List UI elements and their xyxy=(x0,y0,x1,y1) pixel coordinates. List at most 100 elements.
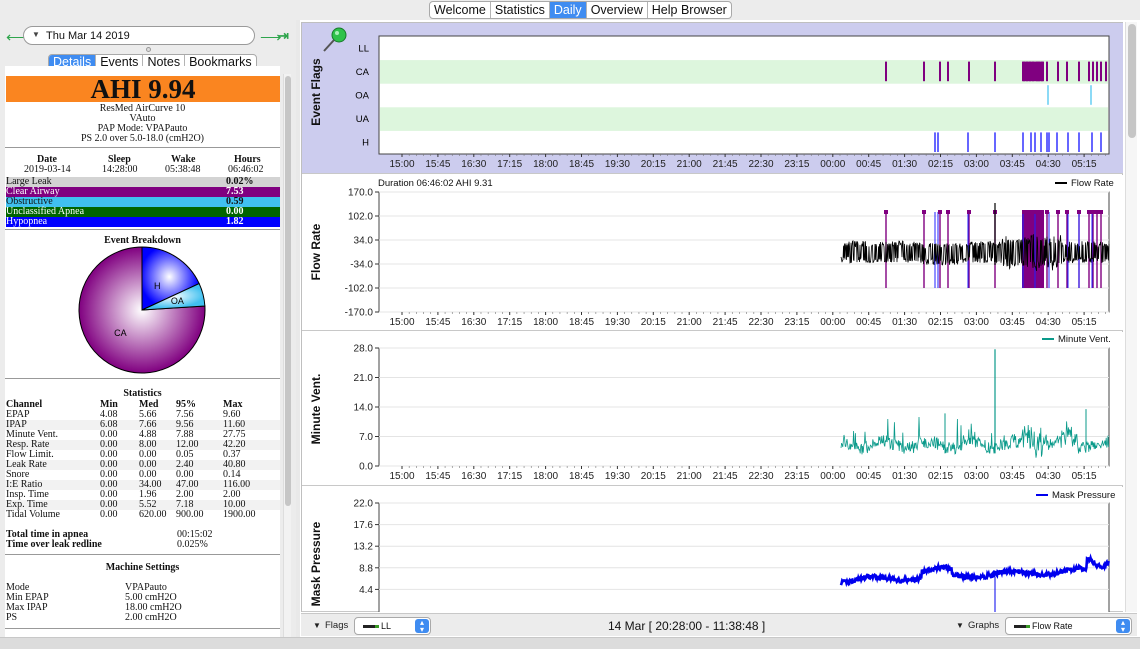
time-tick-label: 03:45 xyxy=(1000,159,1025,170)
summary-sleep: 14:28:00 xyxy=(102,164,138,175)
swatch xyxy=(1026,625,1030,628)
event-index-value: 1.82 xyxy=(226,216,244,227)
divider xyxy=(5,147,280,148)
flow-event-marker xyxy=(1056,210,1060,214)
flag-row-band xyxy=(380,60,1108,84)
flags-select-value: LL xyxy=(381,621,392,631)
time-tick-label: 00:45 xyxy=(856,159,881,170)
tab-welcome[interactable]: Welcome xyxy=(430,2,491,18)
time-tick-label: 18:45 xyxy=(569,471,594,482)
graphs-scrollbar[interactable] xyxy=(1125,22,1137,612)
chevron-down-icon[interactable]: ▼ xyxy=(32,30,40,39)
time-tick-label: 23:15 xyxy=(784,317,809,328)
tab-overview[interactable]: Overview xyxy=(587,2,648,18)
time-tick-label: 04:30 xyxy=(1036,471,1061,482)
details-scrollbar[interactable] xyxy=(283,74,291,648)
flow-event-marker xyxy=(1099,210,1103,214)
y-tick-label: 7.0 xyxy=(359,432,373,443)
chevron-down-icon[interactable]: ▼ xyxy=(313,621,321,630)
time-tick-label: 20:15 xyxy=(641,471,666,482)
time-tick-label: 00:00 xyxy=(820,159,845,170)
stats-cell: 0.00 xyxy=(100,509,118,520)
jump-to-last-icon[interactable]: ⇥ xyxy=(278,28,289,44)
flags-select[interactable]: LL ▴ ▾ xyxy=(354,617,431,635)
chevron-down-icon[interactable]: ▼ xyxy=(956,621,964,630)
flag-row-label: LL xyxy=(358,43,369,54)
time-tick-label: 15:45 xyxy=(425,159,450,170)
tab-help-browser[interactable]: Help Browser xyxy=(648,2,731,18)
stats-cell: Tidal Volume xyxy=(6,509,60,520)
flag-row-label: CA xyxy=(356,67,370,78)
flow-event-marker xyxy=(967,210,971,214)
tab-daily[interactable]: Daily xyxy=(549,2,587,18)
flow-event-marker xyxy=(1065,210,1069,214)
ca-flag-cluster xyxy=(1022,61,1044,82)
y-tick-label: 28.0 xyxy=(354,344,374,355)
chevron-updown-icon[interactable]: ▴ ▾ xyxy=(415,619,429,634)
chevron-updown-icon[interactable]: ▴ ▾ xyxy=(1116,619,1130,634)
machine-settings-title: Machine Settings xyxy=(105,562,180,573)
flow-event-marker xyxy=(1031,210,1035,214)
y-tick-label: 8.8 xyxy=(359,563,373,574)
time-tick-label: 03:00 xyxy=(964,471,989,482)
time-tick-label: 05:15 xyxy=(1072,317,1097,328)
pressure-setting: PS 2.0 over 5.0-18.0 (cmH2O) xyxy=(80,133,205,144)
flags-plot-area xyxy=(378,35,1110,155)
y-tick-label: 102.0 xyxy=(348,212,373,223)
time-tick-label: 01:30 xyxy=(892,471,917,482)
event-index-row: Hypopnea 1.82 xyxy=(6,217,280,227)
time-tick-label: 18:00 xyxy=(533,317,558,328)
time-tick-label: 04:30 xyxy=(1036,317,1061,328)
setting-ps-label: PS xyxy=(6,612,18,623)
pie-label-oa: OA xyxy=(171,296,184,306)
time-tick-label: 20:15 xyxy=(641,159,666,170)
flow-event-marker xyxy=(1087,210,1091,214)
splitter-handle[interactable] xyxy=(146,47,151,52)
scrollbar-thumb[interactable] xyxy=(1128,24,1136,138)
y-tick-label: -102.0 xyxy=(345,284,374,295)
ahi-banner: AHI 9.94 xyxy=(6,76,280,103)
time-tick-label: 18:45 xyxy=(569,317,594,328)
left-panel: ⟵ ▼ Thu Mar 14 2019 ⟶ ⇥ Details Events N… xyxy=(0,20,296,649)
flow-event-marker xyxy=(1045,210,1049,214)
y-tick-label: 13.2 xyxy=(354,542,374,553)
swatch xyxy=(1014,625,1026,628)
y-tick-label: 17.6 xyxy=(354,520,374,531)
time-tick-label: 05:15 xyxy=(1072,471,1097,482)
flow-event-marker xyxy=(938,210,942,214)
flow-event-marker xyxy=(884,210,888,214)
top-toolbar: Welcome Statistics Daily Overview Help B… xyxy=(0,0,1140,20)
time-tick-label: 16:30 xyxy=(461,471,486,482)
scrollbar-thumb[interactable] xyxy=(285,76,291,506)
summary-wake: 05:38:48 xyxy=(165,164,201,175)
flag-row-label: OA xyxy=(355,91,369,102)
flow-rate-plot[interactable]: 170.0 102.0 34.0 -34.0 -102.0 -170.0 15:00 15:4… xyxy=(302,175,1123,331)
divider xyxy=(5,554,280,555)
event-index-label: Hypopnea xyxy=(6,216,48,227)
setting-ps-value: 2.00 cmH2O xyxy=(125,612,177,623)
time-tick-label: 04:30 xyxy=(1036,159,1061,170)
mask-pressure-plot[interactable]: 22.0 17.6 13.2 8.8 4.4 xyxy=(302,487,1123,612)
date-range-label: 14 Mar [ 20:28:00 - 11:38:48 ] xyxy=(608,619,766,633)
y-tick-label: 21.0 xyxy=(354,373,374,384)
divider xyxy=(5,229,280,230)
event-flags-plot[interactable]: LL CA OA UA H 15:00 15:45 16:30 17:15 18:00 18:45 1… xyxy=(302,23,1123,174)
minute-vent-plot[interactable]: 28.0 21.0 14.0 7.0 0.0 15:00 15:45 16:30 17:15 18… xyxy=(302,332,1123,486)
flow-event-marker xyxy=(1040,210,1044,214)
time-tick-label: 00:45 xyxy=(856,471,881,482)
time-tick-label: 19:30 xyxy=(605,317,630,328)
graphs-label: Graphs xyxy=(968,620,1000,631)
stats-cell: 620.00 xyxy=(139,509,167,520)
time-tick-label: 00:45 xyxy=(856,317,881,328)
time-tick-label: 19:30 xyxy=(605,159,630,170)
time-tick-label: 22:30 xyxy=(748,471,773,482)
graphs-select[interactable]: Flow Rate ▴ ▾ xyxy=(1005,617,1132,635)
pie-label-ca: CA xyxy=(114,328,127,338)
date-picker[interactable]: ▼ Thu Mar 14 2019 xyxy=(23,26,255,45)
divider xyxy=(5,628,280,629)
time-tick-label: 21:00 xyxy=(677,159,702,170)
tab-statistics[interactable]: Statistics xyxy=(491,2,550,18)
time-tick-label: 00:00 xyxy=(820,471,845,482)
time-tick-label: 15:45 xyxy=(425,471,450,482)
time-tick-label: 05:15 xyxy=(1072,159,1097,170)
